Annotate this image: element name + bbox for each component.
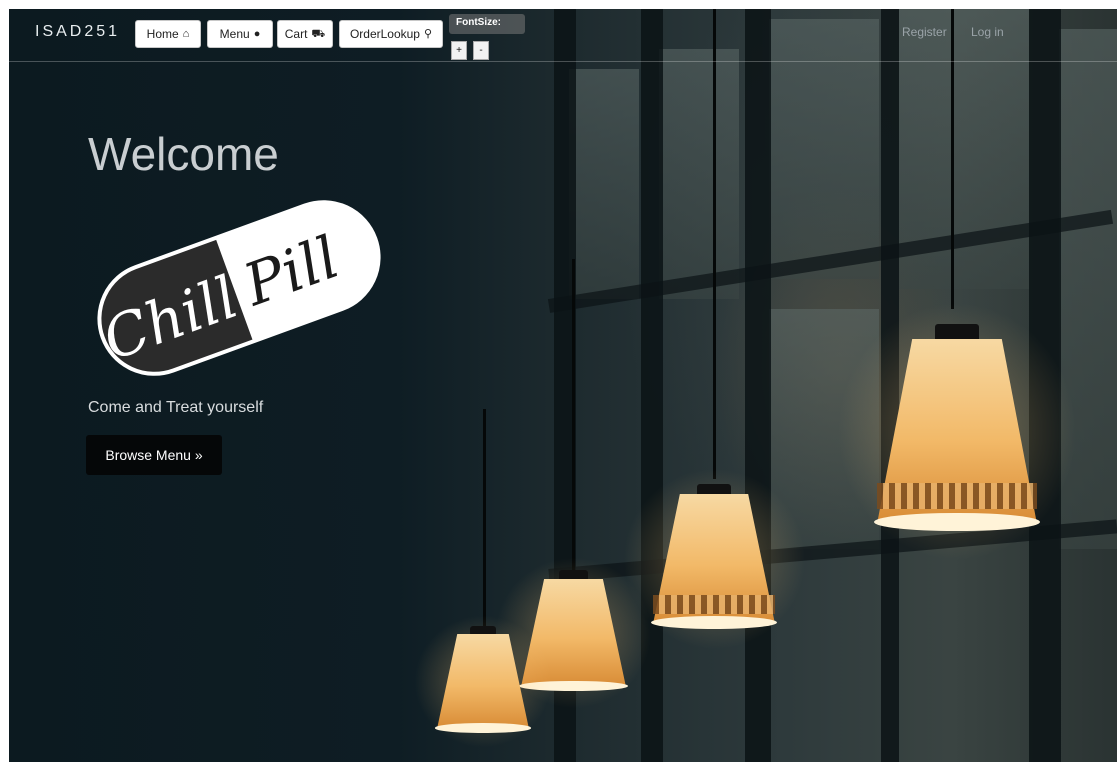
- window-pane: [569, 69, 639, 299]
- cart-button-label: Cart: [284, 27, 308, 41]
- home-icon: ⌂: [182, 27, 190, 40]
- menu-button[interactable]: Menu ●: [207, 20, 273, 48]
- login-link[interactable]: Log in: [971, 25, 1004, 39]
- navbar: ISAD251 Home ⌂ Menu ● Cart ⛟ OrderLookup…: [9, 9, 1117, 62]
- cart-button[interactable]: Cart ⛟: [277, 20, 333, 48]
- home-button[interactable]: Home ⌂: [135, 20, 201, 48]
- font-increase-button[interactable]: +: [451, 41, 467, 60]
- font-decrease-button[interactable]: -: [473, 41, 489, 60]
- apple-icon: ●: [253, 27, 261, 40]
- lamp-cord: [483, 409, 486, 649]
- chill-pill-logo: Chill Pill: [94, 200, 381, 376]
- menu-button-label: Menu: [219, 27, 250, 41]
- lamp-cord: [713, 9, 716, 479]
- browse-menu-button[interactable]: Browse Menu »: [86, 435, 222, 475]
- cart-icon: ⛟: [311, 27, 326, 40]
- pendant-lamp: [414, 615, 552, 748]
- brand-logo[interactable]: ISAD251: [35, 23, 120, 41]
- orderlookup-button[interactable]: OrderLookup ⚲: [339, 20, 443, 48]
- pendant-lamp: [837, 302, 1077, 561]
- orderlookup-button-label: OrderLookup: [349, 27, 420, 41]
- page-title: Welcome: [88, 128, 279, 180]
- pendant-lamp: [622, 468, 806, 650]
- home-button-label: Home: [146, 27, 179, 41]
- window-pane: [659, 49, 739, 299]
- fontsize-label: FontSize:: [456, 17, 501, 28]
- tagline: Come and Treat yourself: [88, 399, 264, 416]
- search-icon: ⚲: [423, 27, 433, 40]
- lamp-cord: [572, 259, 575, 579]
- register-link[interactable]: Register: [902, 25, 947, 39]
